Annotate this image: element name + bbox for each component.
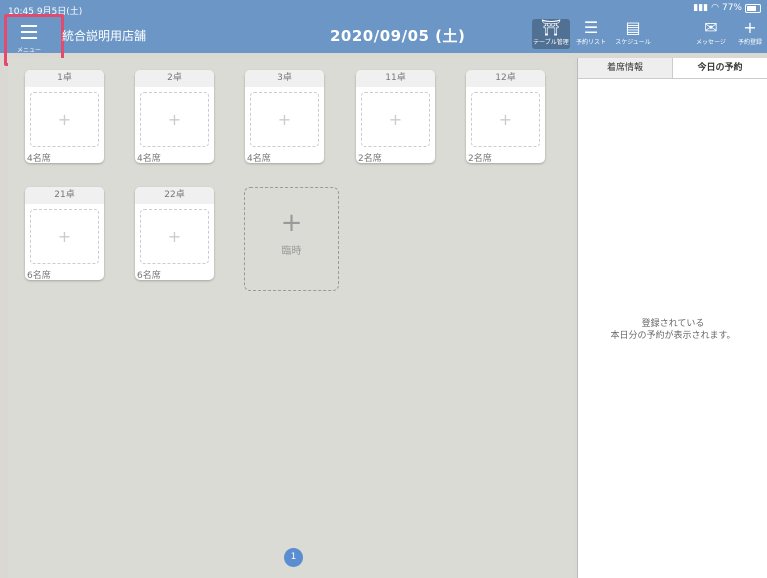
table-card[interactable]: 2卓 + 4名席 bbox=[135, 70, 214, 164]
side-tabs: 着席情報 今日の予約 bbox=[578, 58, 767, 79]
app-screen: 10:45 9月5日(土) ▮▮▮ ◠ 77% メニュー 統合説明用店舗 202… bbox=[0, 0, 767, 578]
status-right: ▮▮▮ ◠ 77% bbox=[693, 3, 761, 13]
table-card[interactable]: 3卓 + 4名席 bbox=[245, 70, 324, 164]
table-management-label: テーブル管理 bbox=[533, 39, 569, 46]
table-seats: 4名席 bbox=[247, 154, 271, 164]
empty-slot-plus-icon[interactable]: + bbox=[140, 92, 209, 147]
hamburger-icon bbox=[21, 25, 37, 43]
reservation-list-button[interactable]: ☰ 予約リスト bbox=[573, 19, 609, 49]
page-indicator[interactable]: 1 bbox=[284, 548, 303, 567]
message-line: 登録されている bbox=[641, 319, 705, 329]
current-date: 2020/09/05 (土) bbox=[330, 27, 466, 45]
empty-slot-plus-icon[interactable]: + bbox=[471, 92, 540, 147]
table-card[interactable]: 22卓 + 6名席 bbox=[135, 187, 214, 281]
table-name: 21卓 bbox=[25, 187, 104, 204]
table-card[interactable]: 21卓 + 6名席 bbox=[25, 187, 104, 281]
menu-label: メニュー bbox=[17, 47, 42, 54]
add-reservation-label: 予約登録 bbox=[737, 39, 762, 46]
table-card[interactable]: 1卓 + 4名席 bbox=[25, 70, 104, 164]
schedule-label: スケジュール bbox=[615, 39, 651, 46]
reservation-list-label: 予約リスト bbox=[575, 39, 606, 46]
table-seats: 4名席 bbox=[137, 154, 161, 164]
plus-icon: + bbox=[743, 18, 757, 37]
table-management-button[interactable]: ⛩ テーブル管理 bbox=[532, 19, 570, 49]
side-panel: 着席情報 今日の予約 登録されている 本日分の予約が表示されます。 bbox=[577, 58, 767, 578]
schedule-button[interactable]: ▤ スケジュール bbox=[612, 19, 654, 49]
envelope-icon: ✉ bbox=[704, 18, 718, 37]
empty-reservations-message: 登録されている 本日分の予約が表示されます。 bbox=[578, 318, 767, 342]
table-name: 11卓 bbox=[356, 70, 435, 87]
empty-slot-plus-icon[interactable]: + bbox=[30, 209, 99, 264]
add-reservation-button[interactable]: + 予約登録 bbox=[735, 19, 765, 49]
store-name: 統合説明用店舗 bbox=[62, 29, 147, 43]
battery-percent: 77% bbox=[721, 3, 742, 13]
table-seats: 2名席 bbox=[468, 154, 492, 164]
empty-slot-plus-icon[interactable]: + bbox=[250, 92, 319, 147]
table-name: 12卓 bbox=[466, 70, 545, 87]
empty-slot-plus-icon[interactable]: + bbox=[361, 92, 430, 147]
message-line: 本日分の予約が表示されます。 bbox=[610, 331, 736, 341]
table-card[interactable]: 12卓 + 2名席 bbox=[466, 70, 545, 164]
table-seats: 2名席 bbox=[358, 154, 382, 164]
plus-icon: + bbox=[280, 208, 303, 238]
battery-icon bbox=[745, 3, 761, 13]
temporary-table-label: 臨時 bbox=[281, 246, 302, 257]
message-label: メッセージ bbox=[696, 39, 726, 46]
table-seats: 6名席 bbox=[137, 271, 161, 281]
wifi-icon: ◠ bbox=[711, 3, 719, 13]
list-icon: ☰ bbox=[583, 18, 599, 37]
tab-seating-info[interactable]: 着席情報 bbox=[578, 58, 673, 78]
message-button[interactable]: ✉ メッセージ bbox=[692, 19, 730, 49]
table-name: 22卓 bbox=[135, 187, 214, 204]
tab-todays-reservations[interactable]: 今日の予約 bbox=[673, 58, 767, 78]
table-card[interactable]: 11卓 + 2名席 bbox=[356, 70, 435, 164]
top-header: 10:45 9月5日(土) ▮▮▮ ◠ 77% メニュー 統合説明用店舗 202… bbox=[0, 0, 767, 66]
empty-slot-plus-icon[interactable]: + bbox=[140, 209, 209, 264]
signal-icon: ▮▮▮ bbox=[693, 3, 709, 13]
table-name: 1卓 bbox=[25, 70, 104, 87]
table-name: 3卓 bbox=[245, 70, 324, 87]
schedule-icon: ▤ bbox=[625, 18, 641, 37]
torii-icon: ⛩ bbox=[540, 18, 562, 37]
table-name: 2卓 bbox=[135, 70, 214, 87]
empty-slot-plus-icon[interactable]: + bbox=[30, 92, 99, 147]
table-seats: 6名席 bbox=[27, 271, 51, 281]
add-temporary-table-button[interactable]: + 臨時 bbox=[244, 187, 339, 291]
table-seats: 4名席 bbox=[27, 154, 51, 164]
